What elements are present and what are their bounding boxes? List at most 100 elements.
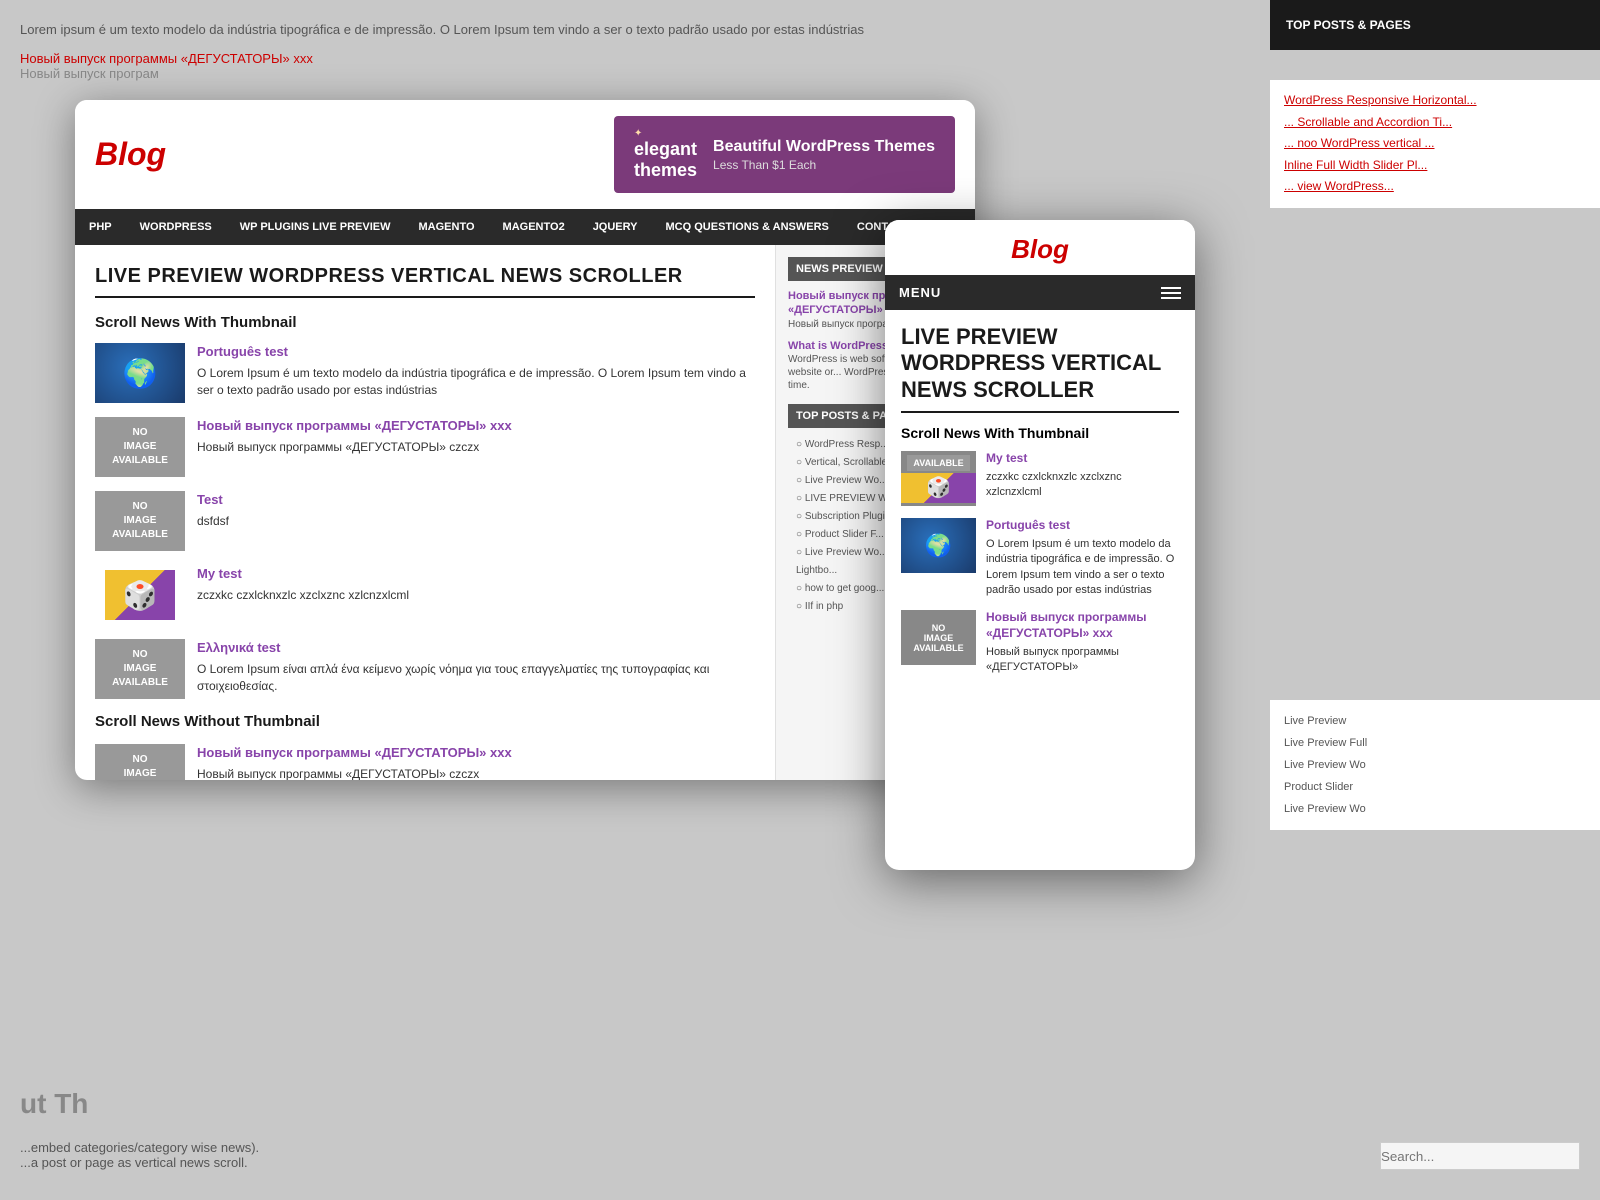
hamburger-line-2 — [1161, 292, 1181, 294]
mobile-blog-header: Blog — [885, 220, 1195, 275]
mobile-page-title: LIVE PREVIEW WORDPRESS VERTICAL NEWS SCR… — [901, 324, 1179, 403]
desktop-news-content-1: Português test O Lorem Ipsum é um texto … — [197, 343, 755, 399]
mobile-news-text-2: O Lorem Ipsum é um texto modelo da indús… — [986, 537, 1179, 599]
bg-top-bar: TOP POSTS & PAGES — [1270, 0, 1600, 50]
mobile-news-link-2[interactable]: Português test — [986, 518, 1179, 534]
mobile-news-content-1: My test zczxkc czxlcknxzlc xzclxznc xzlc… — [986, 451, 1179, 500]
desktop-news-content-3: Test dsfdsf — [197, 491, 229, 530]
hamburger-menu-button[interactable] — [1161, 287, 1181, 299]
desktop-ad-subtext: Less Than $1 Each — [713, 158, 935, 172]
mobile-news-link-3[interactable]: Новый выпуск программы «ДЕГУСТАТОРЫ» xxx — [986, 610, 1179, 641]
nav-jquery[interactable]: JQUERY — [579, 209, 652, 245]
nav-wordpress[interactable]: WORDPRESS — [126, 209, 226, 245]
desktop-news-link-5[interactable]: Ελληνικά test — [197, 640, 280, 655]
bg-gray-note: Новый выпуск програм — [20, 66, 1580, 81]
noimage-line2: IMAGE — [924, 633, 954, 643]
bg-top-bar-text: TOP POSTS & PAGES — [1286, 18, 1411, 32]
desktop-news-link-3[interactable]: Test — [197, 492, 223, 507]
nav-magento[interactable]: MAGENTO — [405, 209, 489, 245]
desktop-section2-title: Scroll News Without Thumbnail — [95, 713, 755, 730]
desktop-thumb-noimage-5: NOIMAGEAVAILABLE — [95, 639, 185, 699]
desktop-title-divider — [95, 296, 755, 298]
desktop-news-link-2[interactable]: Новый выпуск программы «ДЕГУСТАТОРЫ» xxx — [197, 418, 512, 433]
mobile-news-text-1: zczxkc czxlcknxzlc xzclxznc xzlcnzxlcml — [986, 470, 1179, 501]
nav-magento2[interactable]: MAGENTO2 — [489, 209, 579, 245]
bg-sidebar-live-links: Live Preview Live Preview Full Live Prev… — [1284, 710, 1586, 820]
desktop-news-content-2: Новый выпуск программы «ДЕГУСТАТОРЫ» xxx… — [197, 417, 512, 456]
mobile-news-item-2: 🌍 Português test O Lorem Ipsum é um text… — [901, 518, 1179, 598]
desktop-news-item-3: NOIMAGEAVAILABLE Test dsfdsf — [95, 491, 755, 551]
desktop-thumb-noimage-2: NOIMAGEAVAILABLE — [95, 417, 185, 477]
hamburger-line-1 — [1161, 287, 1181, 289]
desktop-nothumb-link-1[interactable]: Новый выпуск программы «ДЕГУСТАТОРЫ» xxx — [197, 745, 512, 760]
dice-icon-mobile: 🎲 — [901, 473, 976, 503]
mobile-news-content-2: Português test O Lorem Ipsum é um texto … — [986, 518, 1179, 598]
desktop-news-item-2: NOIMAGEAVAILABLE Новый выпуск программы … — [95, 417, 755, 477]
hamburger-line-3 — [1161, 297, 1181, 299]
mobile-news-link-1[interactable]: My test — [986, 451, 1179, 467]
available-badge-label: AVAILABLE — [907, 455, 969, 471]
desktop-ad-banner[interactable]: ✦ elegantthemes Beautiful WordPress Them… — [614, 116, 955, 193]
mobile-blog-title: Blog — [901, 234, 1179, 265]
desktop-nothumb-text-1: Новый выпуск программы «ДЕГУСТАТОРЫ» czc… — [197, 766, 512, 780]
desktop-news-content-4: My test zczxkc czxlcknxzlc xzclxznc xzlc… — [197, 565, 409, 604]
bg-right-link-4[interactable]: Inline Full Width Slider Pl... — [1284, 155, 1586, 177]
desktop-thumb-earth — [95, 343, 185, 403]
desktop-news-link-4[interactable]: My test — [197, 566, 242, 581]
desktop-news-item-4: 🎲 My test zczxkc czxlcknxzlc xzclxznc xz… — [95, 565, 755, 625]
desktop-blog-title: Blog — [95, 136, 166, 173]
desktop-nothumb-content-1: Новый выпуск программы «ДЕГУСТАТОРЫ» xxx… — [197, 744, 512, 780]
bg-right-link-1[interactable]: WordPress Responsive Horizontal... — [1284, 90, 1586, 112]
desktop-nothumb-item-1: NOIMAGEAVAILABLE Новый выпуск программы … — [95, 744, 755, 780]
bg-right-panel-bottom: Live Preview Live Preview Full Live Prev… — [1270, 700, 1600, 830]
dice-icon: 🎲 — [105, 570, 175, 620]
desktop-news-text-5: O Lorem Ipsum είναι απλά ένα κείμενο χωρ… — [197, 661, 755, 695]
desktop-news-link-1[interactable]: Português test — [197, 344, 288, 359]
mobile-news-content-3: Новый выпуск программы «ДЕГУСТАТОРЫ» xxx… — [986, 610, 1179, 675]
mobile-news-item-1: AVAILABLE 🎲 My test zczxkc czxlcknxzlc x… — [901, 451, 1179, 506]
desktop-nothumb-noimage-1: NOIMAGEAVAILABLE — [95, 744, 185, 780]
desktop-window: Blog ✦ elegantthemes Beautiful WordPress… — [75, 100, 975, 780]
nav-wp-plugins[interactable]: WP PLUGINS LIVE PREVIEW — [226, 209, 405, 245]
noimage-line1: NO — [932, 623, 946, 633]
mobile-news-item-3: NO IMAGE AVAILABLE Новый выпуск программ… — [901, 610, 1179, 675]
bg-bottom-text: ...embed categories/category wise news).… — [20, 1140, 259, 1170]
desktop-news-item-1: Português test O Lorem Ipsum é um texto … — [95, 343, 755, 403]
mobile-thumb-noimage: NO IMAGE AVAILABLE — [901, 610, 976, 665]
desktop-news-content-5: Ελληνικά test O Lorem Ipsum είναι απλά έ… — [197, 639, 755, 695]
mobile-thumb-available: AVAILABLE 🎲 — [901, 451, 976, 506]
mobile-thumb-earth: 🌍 — [901, 518, 976, 573]
desktop-section1-title: Scroll News With Thumbnail — [95, 314, 755, 331]
bg-search-input[interactable] — [1380, 1142, 1580, 1170]
mobile-nav-bar: MENU — [885, 275, 1195, 310]
noimage-line3: AVAILABLE — [913, 643, 963, 653]
desktop-ad-text: Beautiful WordPress Themes — [713, 137, 935, 158]
mobile-section-title: Scroll News With Thumbnail — [901, 425, 1179, 441]
mobile-content: LIVE PREVIEW WORDPRESS VERTICAL NEWS SCR… — [885, 310, 1195, 860]
desktop-ad-logo: ✦ elegantthemes — [634, 128, 697, 181]
mobile-news-text-3: Новый выпуск программы «ДЕГУСТАТОРЫ» — [986, 645, 1179, 676]
bg-bottom-title: ut Th — [20, 1088, 88, 1120]
mobile-page-divider — [901, 411, 1179, 413]
desktop-thumb-noimage-3: NOIMAGEAVAILABLE — [95, 491, 185, 551]
desktop-nav-bar: PHP WORDPRESS WP PLUGINS LIVE PREVIEW MA… — [75, 209, 975, 245]
bg-red-link: Новый выпуск программы «ДЕГУСТАТОРЫ» xxx — [20, 51, 1580, 66]
desktop-thumb-colorful: 🎲 — [95, 565, 185, 625]
desktop-content-left: LIVE PREVIEW WORDPRESS VERTICAL NEWS SCR… — [75, 245, 775, 780]
mobile-menu-label: MENU — [899, 285, 941, 300]
desktop-news-text-1: O Lorem Ipsum é um texto modelo da indús… — [197, 365, 755, 399]
desktop-news-text-2: Новый выпуск программы «ДЕГУСТАТОРЫ» czc… — [197, 439, 512, 456]
desktop-news-item-5: NOIMAGEAVAILABLE Ελληνικά test O Lorem I… — [95, 639, 755, 699]
mobile-window: Blog MENU LIVE PREVIEW WORDPRESS VERTICA… — [885, 220, 1195, 870]
desktop-news-text-3: dsfdsf — [197, 513, 229, 530]
desktop-news-text-4: zczxkc czxlcknxzlc xzclxznc xzlcnzxlcml — [197, 587, 409, 604]
bg-right-panel: WordPress Responsive Horizontal... ... S… — [1270, 80, 1600, 208]
desktop-main-content: LIVE PREVIEW WORDPRESS VERTICAL NEWS SCR… — [75, 245, 975, 780]
bg-right-link-3[interactable]: ... noo WordPress vertical ... — [1284, 133, 1586, 155]
nav-php[interactable]: PHP — [75, 209, 126, 245]
desktop-blog-header: Blog ✦ elegantthemes Beautiful WordPress… — [75, 100, 975, 209]
bg-right-link-5[interactable]: ... view WordPress... — [1284, 176, 1586, 198]
bg-right-link-2[interactable]: ... Scrollable and Accordion Ti... — [1284, 112, 1586, 134]
desktop-page-title: LIVE PREVIEW WORDPRESS VERTICAL NEWS SCR… — [95, 265, 755, 288]
nav-mcq[interactable]: MCQ QUESTIONS & ANSWERS — [652, 209, 843, 245]
